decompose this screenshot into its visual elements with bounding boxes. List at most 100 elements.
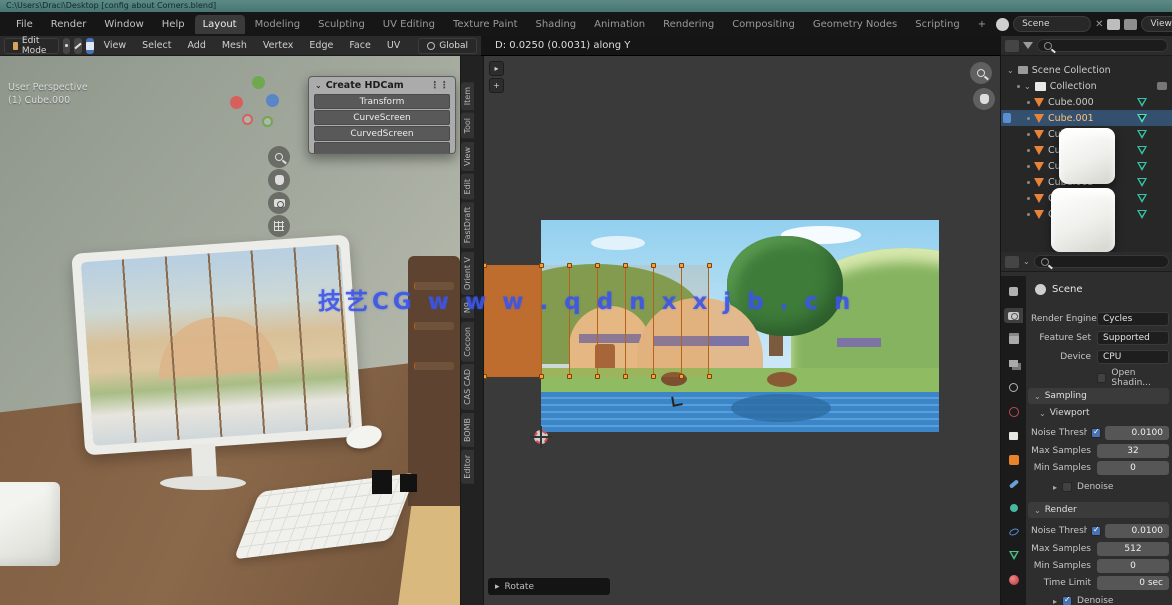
workspace-tab-texture-paint[interactable]: Texture Paint	[445, 15, 526, 34]
vertex-handle[interactable]	[483, 374, 487, 379]
sidebar-tab-editor[interactable]: Editor	[461, 450, 474, 484]
vertex-handle[interactable]	[567, 263, 572, 268]
vertex-handle[interactable]	[623, 263, 628, 268]
sidebar-tab-bomb[interactable]: BOMB	[461, 413, 474, 447]
zoom-button[interactable]	[268, 146, 290, 168]
disclosure-icon[interactable]: ⌄	[1007, 66, 1014, 75]
r-min-field[interactable]: 0	[1097, 559, 1169, 573]
viewport-subsection-header[interactable]: ⌄ Viewport	[1039, 408, 1090, 418]
workspace-tab-modeling[interactable]: Modeling	[247, 15, 309, 34]
vertex-handle[interactable]	[707, 263, 712, 268]
viewport-camera[interactable]: ▸ +	[483, 56, 1000, 605]
filter-funnel-icon[interactable]	[1023, 42, 1033, 49]
outliner-row-scene-collection[interactable]: ⌄ Scene Collection	[1001, 62, 1172, 78]
create-panel-header[interactable]: ⌄ Create HDCam ⋮⋮	[309, 77, 455, 93]
tab-output[interactable]	[1004, 332, 1023, 347]
r-denoise-row[interactable]: ▸ Denoise	[1053, 596, 1113, 605]
axis-z-handle[interactable]	[266, 94, 279, 107]
workspace-tab-animation[interactable]: Animation	[586, 15, 653, 34]
pan-button[interactable]	[973, 88, 995, 110]
device-dropdown[interactable]: CPU	[1097, 350, 1169, 364]
sidebar-tab-cocoon[interactable]: Cocoon	[461, 322, 474, 362]
operator-panel[interactable]: ▸ Rotate	[488, 578, 610, 595]
menu-edge[interactable]: Edge	[303, 38, 339, 53]
vertex-handle[interactable]	[651, 263, 656, 268]
osl-checkbox[interactable]	[1097, 373, 1106, 383]
menu-mesh[interactable]: Mesh	[216, 38, 253, 53]
vp-noise-field[interactable]: 0.0100	[1105, 426, 1169, 440]
unlink-scene-icon[interactable]: ✕	[1095, 19, 1103, 30]
vertex-handle[interactable]	[679, 374, 684, 379]
vertex-handle[interactable]	[595, 263, 600, 268]
disclosure-icon[interactable]: ⌄	[1024, 82, 1031, 91]
curvescreen-button[interactable]: CurveScreen	[314, 110, 450, 125]
editor-type-icon[interactable]	[1005, 40, 1019, 52]
workspace-tab-scripting[interactable]: Scripting	[907, 15, 967, 34]
render-engine-dropdown[interactable]: Cycles	[1097, 312, 1169, 326]
menu-render[interactable]: Render	[43, 16, 95, 33]
r-max-field[interactable]: 512	[1097, 542, 1169, 556]
r-denoise-checkbox[interactable]	[1062, 596, 1072, 605]
sidebar-tab-fastdraft[interactable]: FastDraft	[461, 202, 474, 248]
tab-world[interactable]	[1004, 404, 1023, 419]
menu-face[interactable]: Face	[343, 38, 376, 53]
camera-view-button[interactable]	[268, 192, 290, 214]
sidebar-tab-tool[interactable]: Tool	[461, 113, 474, 139]
axis-x-handle[interactable]	[230, 96, 243, 109]
add-workspace-button[interactable]: +	[970, 15, 994, 34]
tab-collection[interactable]	[1004, 428, 1023, 443]
tab-tool[interactable]	[1004, 284, 1023, 299]
vertex-handle[interactable]	[483, 263, 487, 268]
vp-max-field[interactable]: 32	[1097, 444, 1169, 458]
orientation-dropdown[interactable]: Global	[418, 38, 477, 54]
partial-button[interactable]	[314, 142, 450, 154]
tab-material[interactable]	[1004, 572, 1023, 587]
tab-physics[interactable]	[1004, 524, 1023, 539]
render-section-header[interactable]: ⌄ Render	[1028, 502, 1169, 518]
menu-add[interactable]: Add	[181, 38, 211, 53]
r-noise-field[interactable]: 0.0100	[1105, 524, 1169, 538]
editor-type-icon[interactable]	[1005, 256, 1019, 268]
zoom-button[interactable]	[970, 62, 992, 84]
vertex-handle[interactable]	[707, 374, 712, 379]
axis-x-neg-handle[interactable]	[242, 114, 253, 125]
scene-selector[interactable]: Scene	[1013, 16, 1091, 32]
cube-object[interactable]	[0, 482, 60, 566]
workspace-tab-geometry-nodes[interactable]: Geometry Nodes	[805, 15, 905, 34]
menu-uv[interactable]: UV	[381, 38, 406, 53]
vertex-handle[interactable]	[539, 374, 544, 379]
select-tool-button[interactable]: ▸	[489, 61, 504, 76]
axis-gizmo[interactable]	[228, 74, 288, 134]
vertex-handle[interactable]	[567, 374, 572, 379]
tab-modifiers[interactable]	[1004, 476, 1023, 491]
viewport-3d[interactable]: User Perspective (1) Cube.000 ⌄ Create H…	[0, 56, 460, 605]
tab-render[interactable]	[1004, 308, 1023, 323]
properties-search-input[interactable]	[1034, 255, 1169, 268]
transform-button[interactable]: Transform	[314, 94, 450, 109]
drag-handle-icon[interactable]: ⋮⋮	[430, 80, 449, 91]
menu-view[interactable]: View	[98, 38, 133, 53]
vp-denoise-checkbox[interactable]	[1062, 482, 1072, 492]
render-visibility-icon[interactable]	[1157, 82, 1167, 90]
menu-select[interactable]: Select	[136, 38, 177, 53]
workspace-tab-sculpting[interactable]: Sculpting	[310, 15, 373, 34]
workspace-tab-layout[interactable]: Layout	[195, 15, 245, 34]
sidebar-tab-edit[interactable]: Edit	[461, 174, 474, 200]
workspace-tab-compositing[interactable]: Compositing	[724, 15, 803, 34]
vp-noise-checkbox[interactable]	[1091, 428, 1101, 438]
sidebar-tab-cascad[interactable]: CAS CAD	[461, 364, 474, 410]
tab-particles[interactable]	[1004, 500, 1023, 515]
sampling-section-header[interactable]: ⌄ Sampling	[1028, 388, 1169, 404]
r-noise-checkbox[interactable]	[1091, 526, 1101, 536]
outliner-search-input[interactable]	[1037, 39, 1168, 52]
vertex-handle[interactable]	[679, 263, 684, 268]
tab-object[interactable]	[1004, 452, 1023, 467]
vertex-handle[interactable]	[539, 263, 544, 268]
new-scene-icon[interactable]	[1107, 19, 1120, 30]
tab-scene[interactable]	[1004, 380, 1023, 395]
outliner-row-cube-selected[interactable]: Cube.001	[1001, 110, 1172, 126]
workspace-tab-shading[interactable]: Shading	[528, 15, 585, 34]
outliner-row-collection[interactable]: ⌄ Collection	[1001, 78, 1172, 94]
menu-window[interactable]: Window	[96, 16, 151, 33]
cursor-tool-button[interactable]: +	[489, 78, 504, 93]
